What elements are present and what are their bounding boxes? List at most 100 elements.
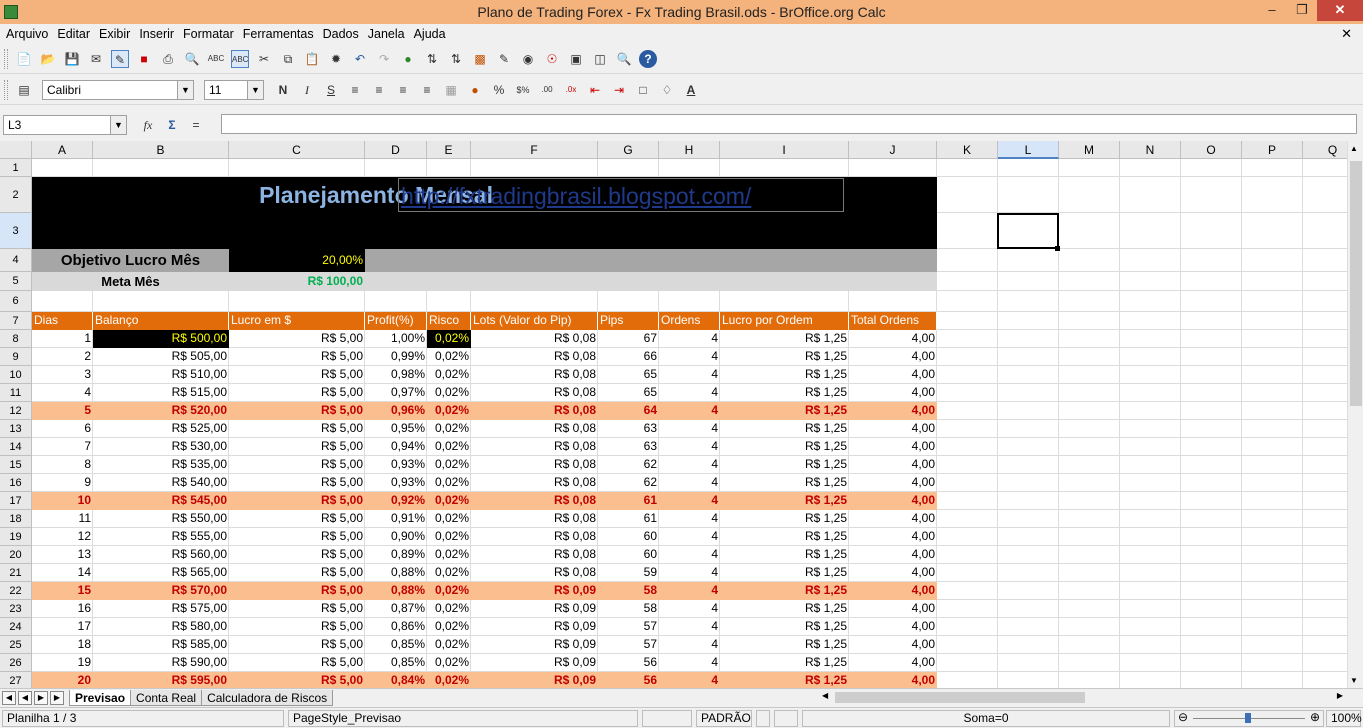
cell-dia[interactable]: 18	[32, 636, 93, 654]
cell-risco[interactable]: 0,02%	[427, 366, 471, 384]
spreadsheet-grid[interactable]: A B C D E F G H I J K L M N O P Q 1 2 3 4 5 6 7 8 9 10 11 12 13 14 15 16…	[0, 141, 1363, 688]
cell-pips[interactable]: 58	[598, 600, 659, 618]
cell-lots[interactable]: R$ 0,08	[471, 546, 598, 564]
cell-pips[interactable]: 65	[598, 384, 659, 402]
cell-balanco[interactable]: R$ 515,00	[93, 384, 229, 402]
last-sheet-icon[interactable]: ▶	[50, 690, 64, 705]
standard-format-icon[interactable]: $%	[514, 81, 532, 99]
column-header-b[interactable]: B	[93, 141, 229, 159]
cell-ordens[interactable]: 4	[659, 420, 720, 438]
row-header-3[interactable]: 3	[0, 213, 32, 249]
row-header-8[interactable]: 8	[0, 330, 32, 348]
column-header-h[interactable]: H	[659, 141, 720, 159]
cell-profit[interactable]: 0,85%	[365, 636, 427, 654]
menu-inserir[interactable]: Inserir	[139, 27, 174, 41]
objetivo-value[interactable]: 20,00%	[229, 249, 365, 272]
add-decimal-icon[interactable]: .00	[538, 81, 556, 99]
cell-lucro[interactable]: R$ 5,00	[229, 600, 365, 618]
cell-risco[interactable]: 0,02%	[427, 636, 471, 654]
cell-lucro-ordem[interactable]: R$ 1,25	[720, 420, 849, 438]
delete-decimal-icon[interactable]: .0x	[562, 81, 580, 99]
cell-pips[interactable]: 56	[598, 672, 659, 688]
cell-profit[interactable]: 0,85%	[365, 654, 427, 672]
edit-file-icon[interactable]: ✎	[111, 49, 129, 68]
cell-ordens[interactable]: 4	[659, 492, 720, 510]
row-header-17[interactable]: 17	[0, 492, 32, 510]
cell-ordens[interactable]: 4	[659, 564, 720, 582]
cell-total[interactable]: 4,00	[849, 330, 937, 348]
header-pips[interactable]: Pips	[598, 312, 659, 330]
cell-risco[interactable]: 0,02%	[427, 618, 471, 636]
cell-pips[interactable]: 67	[598, 330, 659, 348]
cell-total[interactable]: 4,00	[849, 672, 937, 688]
cell-lucro[interactable]: R$ 5,00	[229, 672, 365, 688]
cell-profit[interactable]: 0,86%	[365, 618, 427, 636]
cell-lots[interactable]: R$ 0,09	[471, 600, 598, 618]
cell-lucro[interactable]: R$ 5,00	[229, 420, 365, 438]
menu-ajuda[interactable]: Ajuda	[414, 27, 446, 41]
cell-lucro[interactable]: R$ 5,00	[229, 384, 365, 402]
cell-profit[interactable]: 1,00%	[365, 330, 427, 348]
cell-risco[interactable]: 0,02%	[427, 420, 471, 438]
cell-profit[interactable]: 0,95%	[365, 420, 427, 438]
cell-risco[interactable]: 0,02%	[427, 474, 471, 492]
cell-balanco[interactable]: R$ 555,00	[93, 528, 229, 546]
print-icon[interactable]: ⎙	[159, 50, 177, 68]
cell-dia[interactable]: 17	[32, 618, 93, 636]
column-header-c[interactable]: C	[229, 141, 365, 159]
horizontal-scroll-thumb[interactable]	[835, 692, 1085, 703]
cell-total[interactable]: 4,00	[849, 546, 937, 564]
column-header-o[interactable]: O	[1181, 141, 1242, 159]
italic-icon[interactable]: I	[298, 81, 316, 99]
cell-lots[interactable]: R$ 0,08	[471, 438, 598, 456]
cell-dia[interactable]: 7	[32, 438, 93, 456]
cell-profit[interactable]: 0,88%	[365, 564, 427, 582]
borders-icon[interactable]: □	[634, 81, 652, 99]
font-color-icon[interactable]: A	[682, 81, 700, 99]
cell-ordens[interactable]: 4	[659, 528, 720, 546]
cell-total[interactable]: 4,00	[849, 384, 937, 402]
cell-risco[interactable]: 0,02%	[427, 384, 471, 402]
row-header-4[interactable]: 4	[0, 249, 32, 272]
row-header-10[interactable]: 10	[0, 366, 32, 384]
menu-ferramentas[interactable]: Ferramentas	[243, 27, 314, 41]
cell-balanco[interactable]: R$ 560,00	[93, 546, 229, 564]
cell-lots[interactable]: R$ 0,08	[471, 510, 598, 528]
menu-formatar[interactable]: Formatar	[183, 27, 234, 41]
zoom-icon[interactable]: 🔍	[615, 50, 633, 68]
cell-lucro[interactable]: R$ 5,00	[229, 366, 365, 384]
cell-balanco[interactable]: R$ 500,00	[93, 330, 229, 348]
cell-profit[interactable]: 0,84%	[365, 672, 427, 688]
menu-exibir[interactable]: Exibir	[99, 27, 130, 41]
cell-lucro[interactable]: R$ 5,00	[229, 456, 365, 474]
cell-lucro[interactable]: R$ 5,00	[229, 474, 365, 492]
menu-arquivo[interactable]: Arquivo	[6, 27, 48, 41]
currency-format-icon[interactable]: ●	[466, 81, 484, 99]
cell-lucro[interactable]: R$ 5,00	[229, 438, 365, 456]
menu-janela[interactable]: Janela	[368, 27, 405, 41]
cell-lots[interactable]: R$ 0,08	[471, 384, 598, 402]
paste-icon[interactable]: 📋	[303, 50, 321, 68]
sort-descending-icon[interactable]: ⇅	[447, 50, 465, 68]
cell-total[interactable]: 4,00	[849, 528, 937, 546]
cell-lots[interactable]: R$ 0,08	[471, 528, 598, 546]
minimize-button[interactable]: –	[1257, 0, 1287, 21]
cell-lucro-ordem[interactable]: R$ 1,25	[720, 348, 849, 366]
cell-ordens[interactable]: 4	[659, 600, 720, 618]
cell-risco[interactable]: 0,02%	[427, 492, 471, 510]
cell-lots[interactable]: R$ 0,08	[471, 564, 598, 582]
cell-dia[interactable]: 5	[32, 402, 93, 420]
row-header-25[interactable]: 25	[0, 636, 32, 654]
cell-total[interactable]: 4,00	[849, 366, 937, 384]
row-header-27[interactable]: 27	[0, 672, 32, 688]
cell-risco[interactable]: 0,02%	[427, 564, 471, 582]
help-icon[interactable]: ?	[639, 49, 657, 68]
cell-profit[interactable]: 0,96%	[365, 402, 427, 420]
save-icon[interactable]: 💾	[63, 50, 81, 68]
underline-icon[interactable]: S	[322, 81, 340, 99]
row-header-9[interactable]: 9	[0, 348, 32, 366]
cell-lucro-ordem[interactable]: R$ 1,25	[720, 510, 849, 528]
cell-balanco[interactable]: R$ 510,00	[93, 366, 229, 384]
cell-total[interactable]: 4,00	[849, 582, 937, 600]
row-header-26[interactable]: 26	[0, 654, 32, 672]
